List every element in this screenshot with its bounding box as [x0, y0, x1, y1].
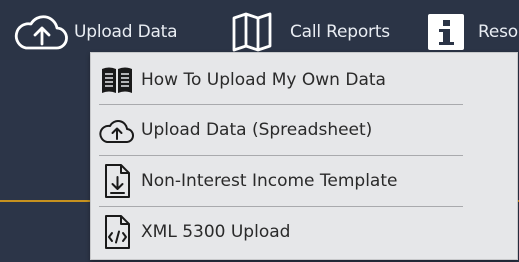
menu-item-label: How To Upload My Own Data — [141, 70, 386, 90]
menu-item-non-interest-template[interactable]: Non-Interest Income Template — [99, 156, 463, 206]
nav-call-reports[interactable]: Call Reports — [228, 12, 390, 52]
menu-item-label: Upload Data (Spreadsheet) — [141, 120, 373, 140]
nav-upload-data[interactable]: Upload Data — [12, 14, 178, 50]
top-navigation-bar: Upload Data Call Reports Reso — [0, 0, 519, 60]
nav-resources[interactable]: Reso — [426, 14, 518, 50]
nav-call-reports-label: Call Reports — [290, 22, 390, 42]
menu-item-xml-5300-upload[interactable]: XML 5300 Upload — [99, 207, 463, 257]
book-icon — [99, 60, 135, 100]
cloud-upload-icon — [12, 10, 72, 54]
accent-divider — [0, 200, 90, 202]
info-icon — [426, 10, 470, 54]
menu-item-upload-spreadsheet[interactable]: Upload Data (Spreadsheet) — [99, 105, 463, 155]
map-icon — [228, 12, 284, 52]
menu-item-how-to-upload[interactable]: How To Upload My Own Data — [99, 55, 463, 105]
nav-resources-label: Reso — [478, 22, 518, 42]
file-download-icon — [99, 161, 135, 201]
menu-item-label: Non-Interest Income Template — [141, 171, 398, 191]
app-page: Upload Data Call Reports Reso How To Upl… — [0, 0, 519, 262]
cloud-upload-icon — [99, 110, 135, 150]
upload-data-dropdown-menu: How To Upload My Own Data Upload Data (S… — [90, 52, 518, 260]
file-code-icon — [99, 212, 135, 252]
nav-upload-data-label: Upload Data — [74, 22, 178, 42]
menu-item-label: XML 5300 Upload — [141, 222, 291, 242]
